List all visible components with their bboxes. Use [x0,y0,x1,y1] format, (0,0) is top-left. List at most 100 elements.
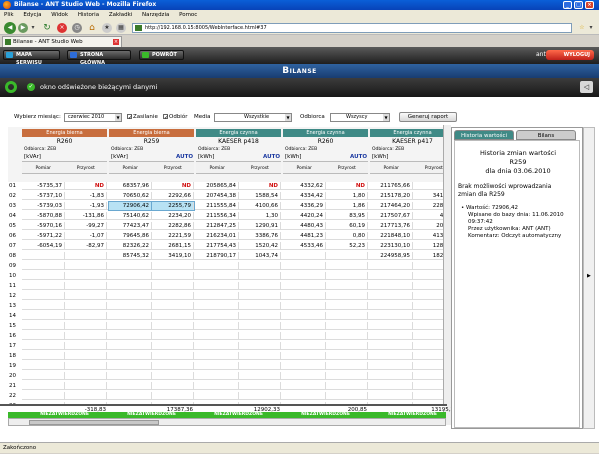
table-cell[interactable] [413,352,446,360]
menu-item-historia[interactable]: Historia [78,12,99,18]
table-cell[interactable]: 2681,15 [152,242,194,250]
table-cell[interactable]: 77423,47 [109,222,152,230]
menu-item-edycja[interactable]: Edycja [23,12,41,18]
table-cell[interactable] [326,312,368,320]
tab-balance[interactable]: Bilans [516,130,576,140]
table-cell[interactable] [196,392,239,400]
table-cell[interactable] [22,372,65,380]
table-cell[interactable]: 60,19 [326,222,368,230]
table-cell[interactable] [109,312,152,320]
back-arrow-icon[interactable]: ◀ [4,22,16,34]
table-cell[interactable] [152,302,194,310]
table-cell[interactable]: 1588,54 [239,192,281,200]
table-cell[interactable] [22,392,65,400]
table-cell[interactable]: 212847,25 [196,222,239,230]
table-cell[interactable]: ND [65,182,107,190]
table-cell[interactable]: -6054,19 [22,242,65,250]
table-cell[interactable] [326,272,368,280]
history-dropdown-icon[interactable]: ▾ [30,23,36,33]
menu-item-plik[interactable]: Plik [4,12,14,18]
table-cell[interactable] [196,272,239,280]
table-cell[interactable]: 4332,62 [283,182,326,190]
table-cell[interactable] [370,282,413,290]
table-cell[interactable]: -1,93 [65,202,107,210]
table-cell[interactable] [283,272,326,280]
table-cell[interactable] [239,352,281,360]
table-cell[interactable]: 2255,79 [151,201,195,211]
stop-icon[interactable]: × [57,23,67,33]
table-cell[interactable] [65,282,107,290]
table-cell[interactable]: -5735,37 [22,182,65,190]
table-cell[interactable] [370,322,413,330]
menu-item-widok[interactable]: Widok [51,12,68,18]
site-map-button[interactable]: MAPA SERWISU [3,50,60,66]
table-cell[interactable]: 211556,34 [196,212,239,220]
table-cell[interactable] [239,262,281,270]
table-cell[interactable] [152,362,194,370]
url-bar[interactable]: http://192.168.0.15:8005/WebInterface.ht… [132,23,572,33]
table-cell[interactable] [65,252,107,260]
table-cell[interactable] [109,382,152,390]
table-cell[interactable] [152,272,194,280]
table-cell[interactable]: 4134,3 [413,232,446,240]
table-cell[interactable]: 52,23 [326,242,368,250]
table-cell[interactable] [370,312,413,320]
table-cell[interactable] [413,392,446,400]
table-cell[interactable] [239,302,281,310]
table-cell[interactable] [283,382,326,390]
table-cell[interactable] [196,342,239,350]
table-cell[interactable]: 75140,62 [109,212,152,220]
table-cell[interactable]: -1,07 [65,232,107,240]
table-cell[interactable] [283,302,326,310]
supply-checkbox[interactable]: ✓Zasilanie [127,114,158,121]
close-icon[interactable]: × [585,1,594,9]
table-cell[interactable] [22,302,65,310]
table-cell[interactable]: 3419,10 [152,252,194,260]
table-cell[interactable] [413,372,446,380]
table-cell[interactable] [370,372,413,380]
table-cell[interactable] [22,312,65,320]
table-cell[interactable] [370,342,413,350]
table-cell[interactable] [22,282,65,290]
minimize-icon[interactable]: _ [563,1,572,9]
table-cell[interactable]: 4420,24 [283,212,326,220]
table-cell[interactable] [370,362,413,370]
table-cell[interactable] [283,312,326,320]
table-cell[interactable]: 70650,62 [109,192,152,200]
table-cell[interactable] [413,332,446,340]
table-cell[interactable] [413,272,446,280]
table-cell[interactable]: -5739,03 [22,202,65,210]
table-cell[interactable]: 82326,22 [109,242,152,250]
column-header[interactable]: Energia bierna R260 Odbiorca: ZEB [kVAr] Pom… [22,129,107,182]
recipient-select[interactable]: Wszyscy ▼ [330,113,390,122]
table-cell[interactable] [283,372,326,380]
table-cell[interactable] [283,262,326,270]
forward-arrow-icon[interactable]: ▶ [18,23,28,33]
table-cell[interactable] [283,342,326,350]
table-cell[interactable] [370,352,413,360]
table-cell[interactable] [109,392,152,400]
panel-collapse-handle[interactable]: ▶ [583,127,595,429]
table-cell[interactable]: 2221,59 [152,232,194,240]
tab-close-icon[interactable]: × [113,39,119,45]
table-cell[interactable]: 221848,10 [370,232,413,240]
table-cell[interactable]: 205865,84 [196,182,239,190]
menu-item-zakladki[interactable]: Zakładki [109,12,132,18]
bookmark-icon[interactable]: ★ [102,23,112,33]
table-cell[interactable] [326,282,368,290]
table-cell[interactable]: 4481,23 [283,232,326,240]
table-cell[interactable]: 217464,20 [370,202,413,210]
table-cell[interactable] [326,292,368,300]
table-cell[interactable]: -5737,10 [22,192,65,200]
table-cell[interactable] [65,382,107,390]
table-cell[interactable]: 217507,67 [370,212,413,220]
table-cell[interactable]: 218790,17 [196,252,239,260]
table-cell[interactable]: 1,86 [326,202,368,210]
table-cell[interactable] [413,282,446,290]
table-cell[interactable] [413,382,446,390]
table-cell[interactable] [326,352,368,360]
table-cell[interactable] [109,292,152,300]
table-cell[interactable] [326,322,368,330]
star-icon[interactable]: ☆ [577,23,587,33]
table-cell[interactable] [196,292,239,300]
